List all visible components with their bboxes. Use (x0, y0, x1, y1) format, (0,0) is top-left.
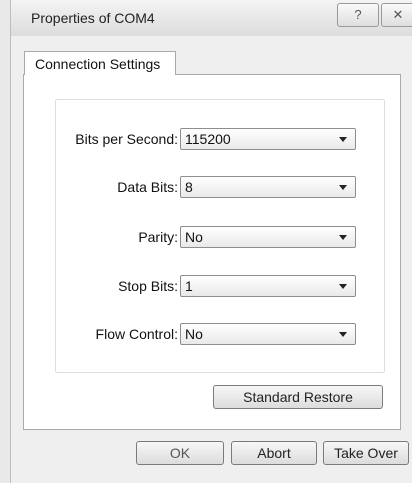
chevron-down-icon (339, 235, 347, 240)
flow-control-value: No (185, 326, 203, 342)
close-icon: ✕ (392, 7, 404, 22)
standard-restore-button[interactable]: Standard Restore (213, 385, 383, 409)
bits-per-second-label: Bits per Second: (75, 131, 178, 147)
flow-control-select[interactable]: No (180, 323, 356, 345)
abort-button[interactable]: Abort (231, 441, 317, 465)
data-bits-label: Data Bits: (117, 179, 178, 195)
chevron-down-icon (339, 185, 347, 190)
help-icon: ? (354, 7, 362, 22)
chevron-down-icon (339, 137, 347, 142)
flow-control-label: Flow Control: (95, 326, 178, 342)
bits-per-second-value: 115200 (185, 131, 231, 147)
parity-label: Parity: (138, 229, 178, 245)
take-over-button[interactable]: Take Over (323, 441, 409, 465)
stop-bits-select[interactable]: 1 (180, 275, 356, 297)
title-bar: Properties of COM4 ? ✕ (10, 0, 412, 37)
parity-select[interactable]: No (180, 226, 356, 248)
help-button[interactable]: ? (337, 3, 379, 27)
chevron-down-icon (339, 332, 347, 337)
bits-per-second-select[interactable]: 115200 (180, 128, 356, 150)
ok-button[interactable]: OK (136, 441, 224, 465)
data-bits-select[interactable]: 8 (180, 176, 356, 198)
data-bits-value: 8 (185, 179, 193, 195)
parity-value: No (185, 229, 203, 245)
chevron-down-icon (339, 284, 347, 289)
tab-connection-settings[interactable]: Connection Settings (24, 51, 176, 75)
window-title: Properties of COM4 (31, 10, 155, 26)
close-button[interactable]: ✕ (381, 3, 412, 27)
stop-bits-value: 1 (185, 278, 193, 294)
stop-bits-label: Stop Bits: (118, 278, 178, 294)
